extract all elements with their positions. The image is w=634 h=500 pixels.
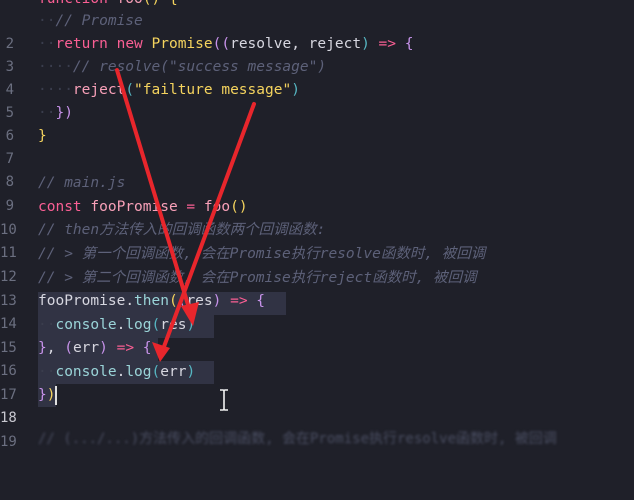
line-code: // > 第一个回调函数, 会在Promise执行resolve函数时, 被回调 xyxy=(38,246,486,262)
code-line[interactable]: 15 ··console.log(res) xyxy=(0,314,634,356)
line-code: const fooPromise = foo() xyxy=(38,199,248,215)
code-line[interactable]: 16 }, (err) => { xyxy=(0,337,634,379)
code-line[interactable]: 11 // then方法传入的回调函数两个回调函数: xyxy=(0,219,634,261)
code-line[interactable]: 2 ··// Promise xyxy=(0,10,634,52)
code-line[interactable]: 5 ····reject("failture message") xyxy=(0,79,634,121)
line-code: // then方法传入的回调函数两个回调函数: xyxy=(38,222,326,238)
line-code: ··// Promise xyxy=(38,13,143,29)
code-line[interactable]: 12 // > 第一个回调函数, 会在Promise执行resolve函数时, … xyxy=(0,243,634,285)
line-code: ··console.log(err) xyxy=(38,364,196,380)
line-code: }) xyxy=(38,387,56,403)
code-line[interactable]: 18 }) xyxy=(0,384,634,426)
line-code: ··return new Promise((resolve, reject) =… xyxy=(38,36,414,52)
code-line[interactable]: 4 ····// resolve("success message") xyxy=(0,56,634,98)
line-number: 19 xyxy=(0,434,17,450)
code-line[interactable]: 10 const fooPromise = foo() xyxy=(0,196,634,238)
partial-comment-line: // (.../...)方法传入的回调函数, 会在Promise执行resolv… xyxy=(38,431,557,447)
code-line[interactable]: 7 } xyxy=(0,125,634,167)
code-line[interactable]: 17 ··console.log(err) xyxy=(0,361,634,403)
code-line[interactable]: 6 ··}) xyxy=(0,102,634,144)
line-code: // main.js xyxy=(38,175,126,191)
code-line[interactable]: 9 // main.js xyxy=(0,172,634,214)
line-code: ····reject("failture message") xyxy=(38,82,300,98)
code-line[interactable]: 3 ··return new Promise((resolve, reject)… xyxy=(0,33,634,75)
line-code: ··}) xyxy=(38,105,73,121)
code-line[interactable]: 14 fooPromise.then((res) => { xyxy=(0,290,634,332)
text-cursor xyxy=(55,386,57,405)
line-code: ··console.log(res) xyxy=(38,317,196,333)
line-code: }, (err) => { xyxy=(38,340,152,356)
line-code: // > 第二个回调函数, 会在Promise执行reject函数时, 被回调 xyxy=(38,270,477,286)
line-code: ····// resolve("success message") xyxy=(38,59,327,75)
line-code: } xyxy=(38,128,47,144)
code-editor[interactable]: function foo() { 2 ··// Promise 3 ··retu… xyxy=(0,0,634,450)
text-cursor-ibeam-icon xyxy=(220,389,228,411)
code-line[interactable]: 13 // > 第二个回调函数, 会在Promise执行reject函数时, 被… xyxy=(0,267,634,309)
code-line[interactable]: 8 xyxy=(0,148,634,190)
line-code: fooPromise.then((res) => { xyxy=(38,293,266,309)
